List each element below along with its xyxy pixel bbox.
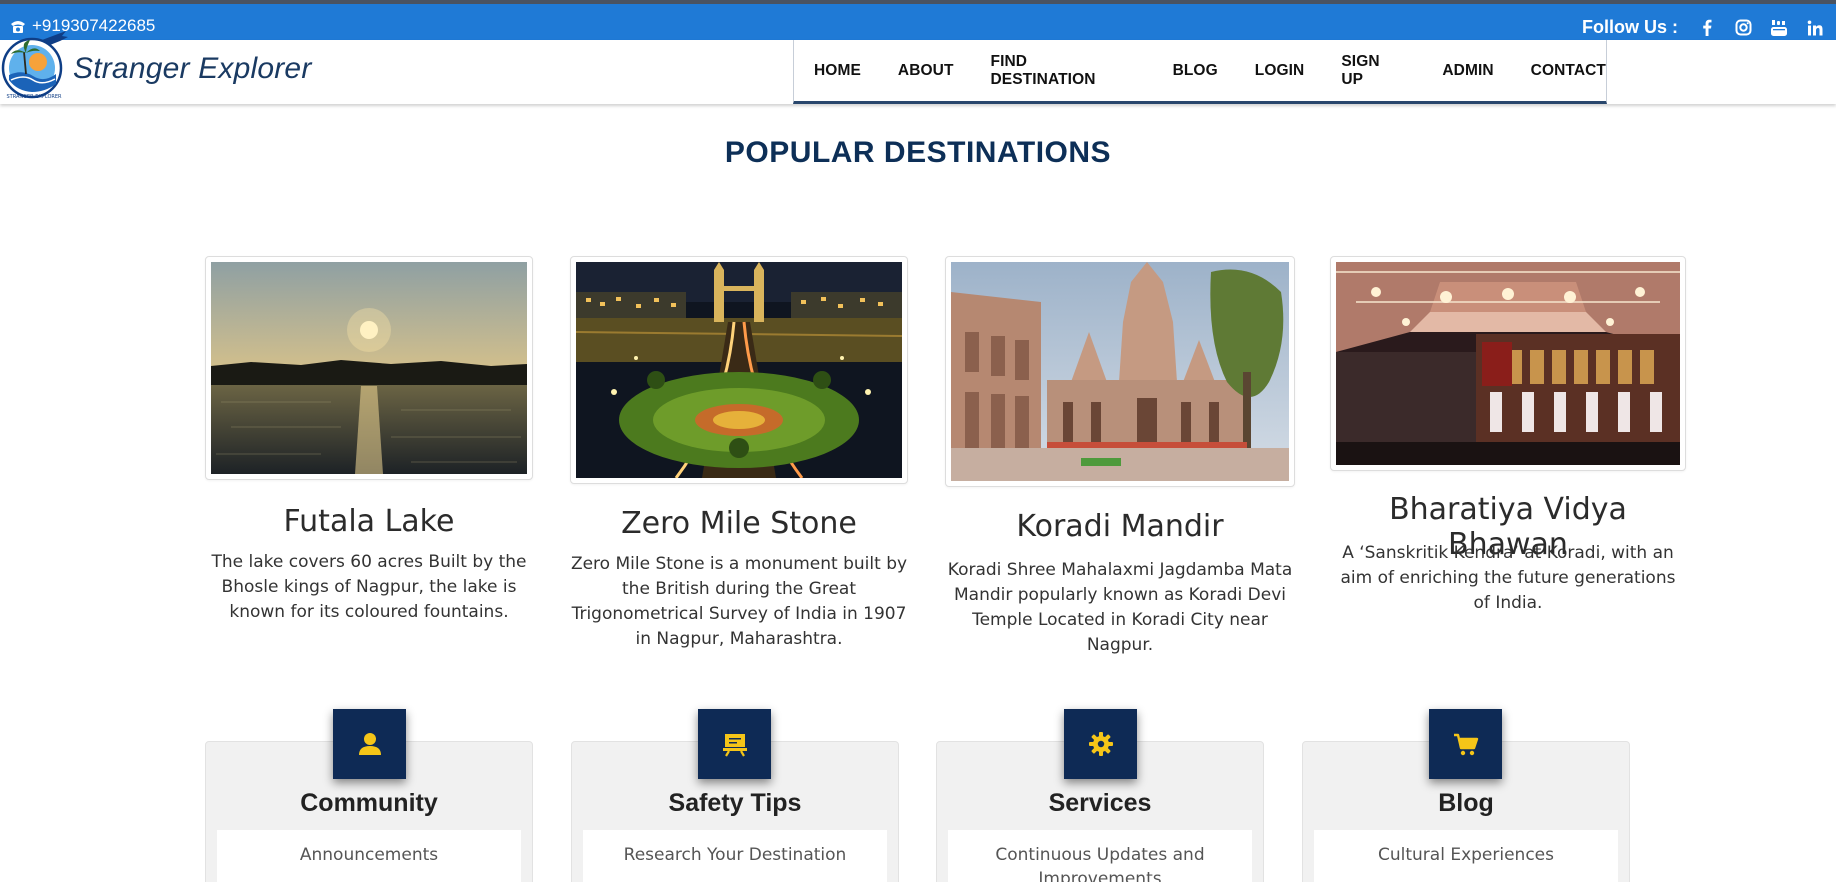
destination-card[interactable]: Zero Mile Stone Zero Mile Stone is a mon…	[570, 256, 908, 656]
cart-icon[interactable]	[1429, 709, 1502, 779]
destination-name: Futala Lake	[283, 504, 455, 539]
site-logo[interactable]: STRANGER EXPLORER	[0, 28, 70, 102]
feature-title: Blog	[1438, 789, 1494, 817]
nav-contact[interactable]: CONTACT	[1531, 62, 1606, 80]
futala-lake-photo	[211, 262, 527, 474]
destination-name: Zero Mile Stone	[621, 506, 857, 541]
main-nav: HOME ABOUT FIND DESTINATION BLOG LOGIN S…	[793, 40, 1607, 104]
feature-text[interactable]: Research Your Destination	[583, 830, 887, 882]
top-bar: +919307422685 Follow Us :	[0, 4, 1836, 40]
nav-sign-up[interactable]: SIGN UP	[1341, 53, 1405, 89]
youtube-icon[interactable]	[1770, 19, 1788, 37]
feature-title: Safety Tips	[668, 789, 802, 817]
nav-home[interactable]: HOME	[814, 62, 861, 80]
feature-title: Services	[1048, 789, 1152, 817]
follow-us: Follow Us :	[1582, 17, 1824, 38]
destination-image[interactable]	[945, 256, 1295, 487]
destination-name: Koradi Mandir	[1016, 509, 1224, 544]
nav-admin[interactable]: ADMIN	[1442, 62, 1493, 80]
feature-text[interactable]: Continuous Updates and Improvements	[948, 830, 1252, 882]
nav-login[interactable]: LOGIN	[1255, 62, 1305, 80]
nav-about[interactable]: ABOUT	[898, 62, 954, 80]
destination-card[interactable]: Bharatiya Vidya Bhawan A ‘Sanskritik Ken…	[1330, 256, 1686, 636]
koradi-mandir-photo	[951, 262, 1289, 481]
destination-description: Koradi Shree Mahalaxmi Jagdamba Mata Man…	[947, 560, 1293, 655]
section-title: POPULAR DESTINATIONS	[724, 136, 1112, 169]
destination-card[interactable]: Futala Lake The lake covers 60 acres Bui…	[205, 256, 533, 636]
instagram-icon[interactable]	[1734, 19, 1752, 37]
follow-label: Follow Us :	[1582, 17, 1678, 37]
destination-image[interactable]	[570, 256, 908, 484]
facebook-icon[interactable]	[1698, 19, 1716, 37]
logo-caption: STRANGER EXPLORER	[6, 94, 62, 100]
brand-name[interactable]: Stranger Explorer	[73, 52, 312, 86]
feature-text[interactable]: Announcements	[217, 830, 521, 882]
destination-card[interactable]: Koradi Mandir Koradi Shree Mahalaxmi Jag…	[945, 256, 1295, 655]
destination-image[interactable]	[1330, 256, 1686, 471]
nav-blog[interactable]: BLOG	[1173, 62, 1218, 80]
zero-mile-stone-photo	[576, 262, 902, 478]
presentation-icon[interactable]	[698, 709, 771, 779]
linkedin-icon[interactable]	[1806, 19, 1824, 37]
gear-icon[interactable]	[1064, 709, 1137, 779]
destination-description: Zero Mile Stone is a monument built by t…	[570, 554, 908, 649]
bharatiya-vidya-bhawan-photo	[1336, 262, 1680, 465]
destination-description: The lake covers 60 acres Built by the Bh…	[211, 552, 527, 622]
nav-find-destination[interactable]: FIND DESTINATION	[991, 53, 1136, 89]
feature-text[interactable]: Cultural Experiences	[1314, 830, 1618, 882]
destination-image[interactable]	[205, 256, 533, 480]
user-icon[interactable]	[333, 709, 406, 779]
feature-title: Community	[300, 789, 438, 817]
destination-description: A ‘Sanskritik Kendra’ at Koradi, with an…	[1340, 543, 1676, 613]
